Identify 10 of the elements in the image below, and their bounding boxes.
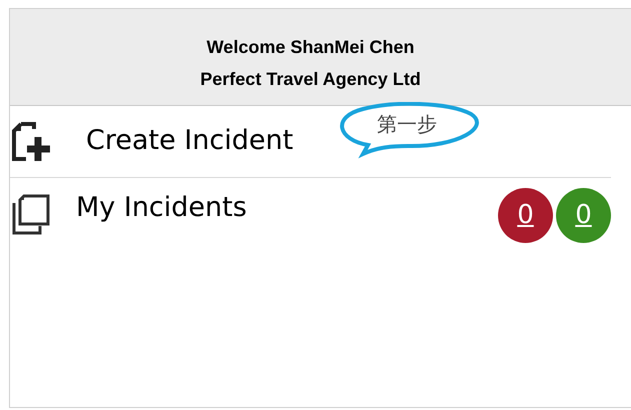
- header-text: Perfect Travel Agency Ltd: [200, 68, 421, 91]
- header-text: Welcome ShanMei Chen: [206, 36, 414, 59]
- callout-text: 第一步: [377, 111, 437, 138]
- menu-item-label: Create Incident: [86, 124, 294, 158]
- menu-item-label: My Incidents: [76, 190, 247, 225]
- menu-item[interactable]: My Incidents 0 0: [10, 178, 611, 250]
- count-badge[interactable]: 0: [556, 188, 611, 242]
- menu-item[interactable]: Create Incident 第一步: [10, 106, 611, 178]
- documents-icon: [10, 193, 50, 235]
- count-badge[interactable]: 0: [498, 188, 553, 242]
